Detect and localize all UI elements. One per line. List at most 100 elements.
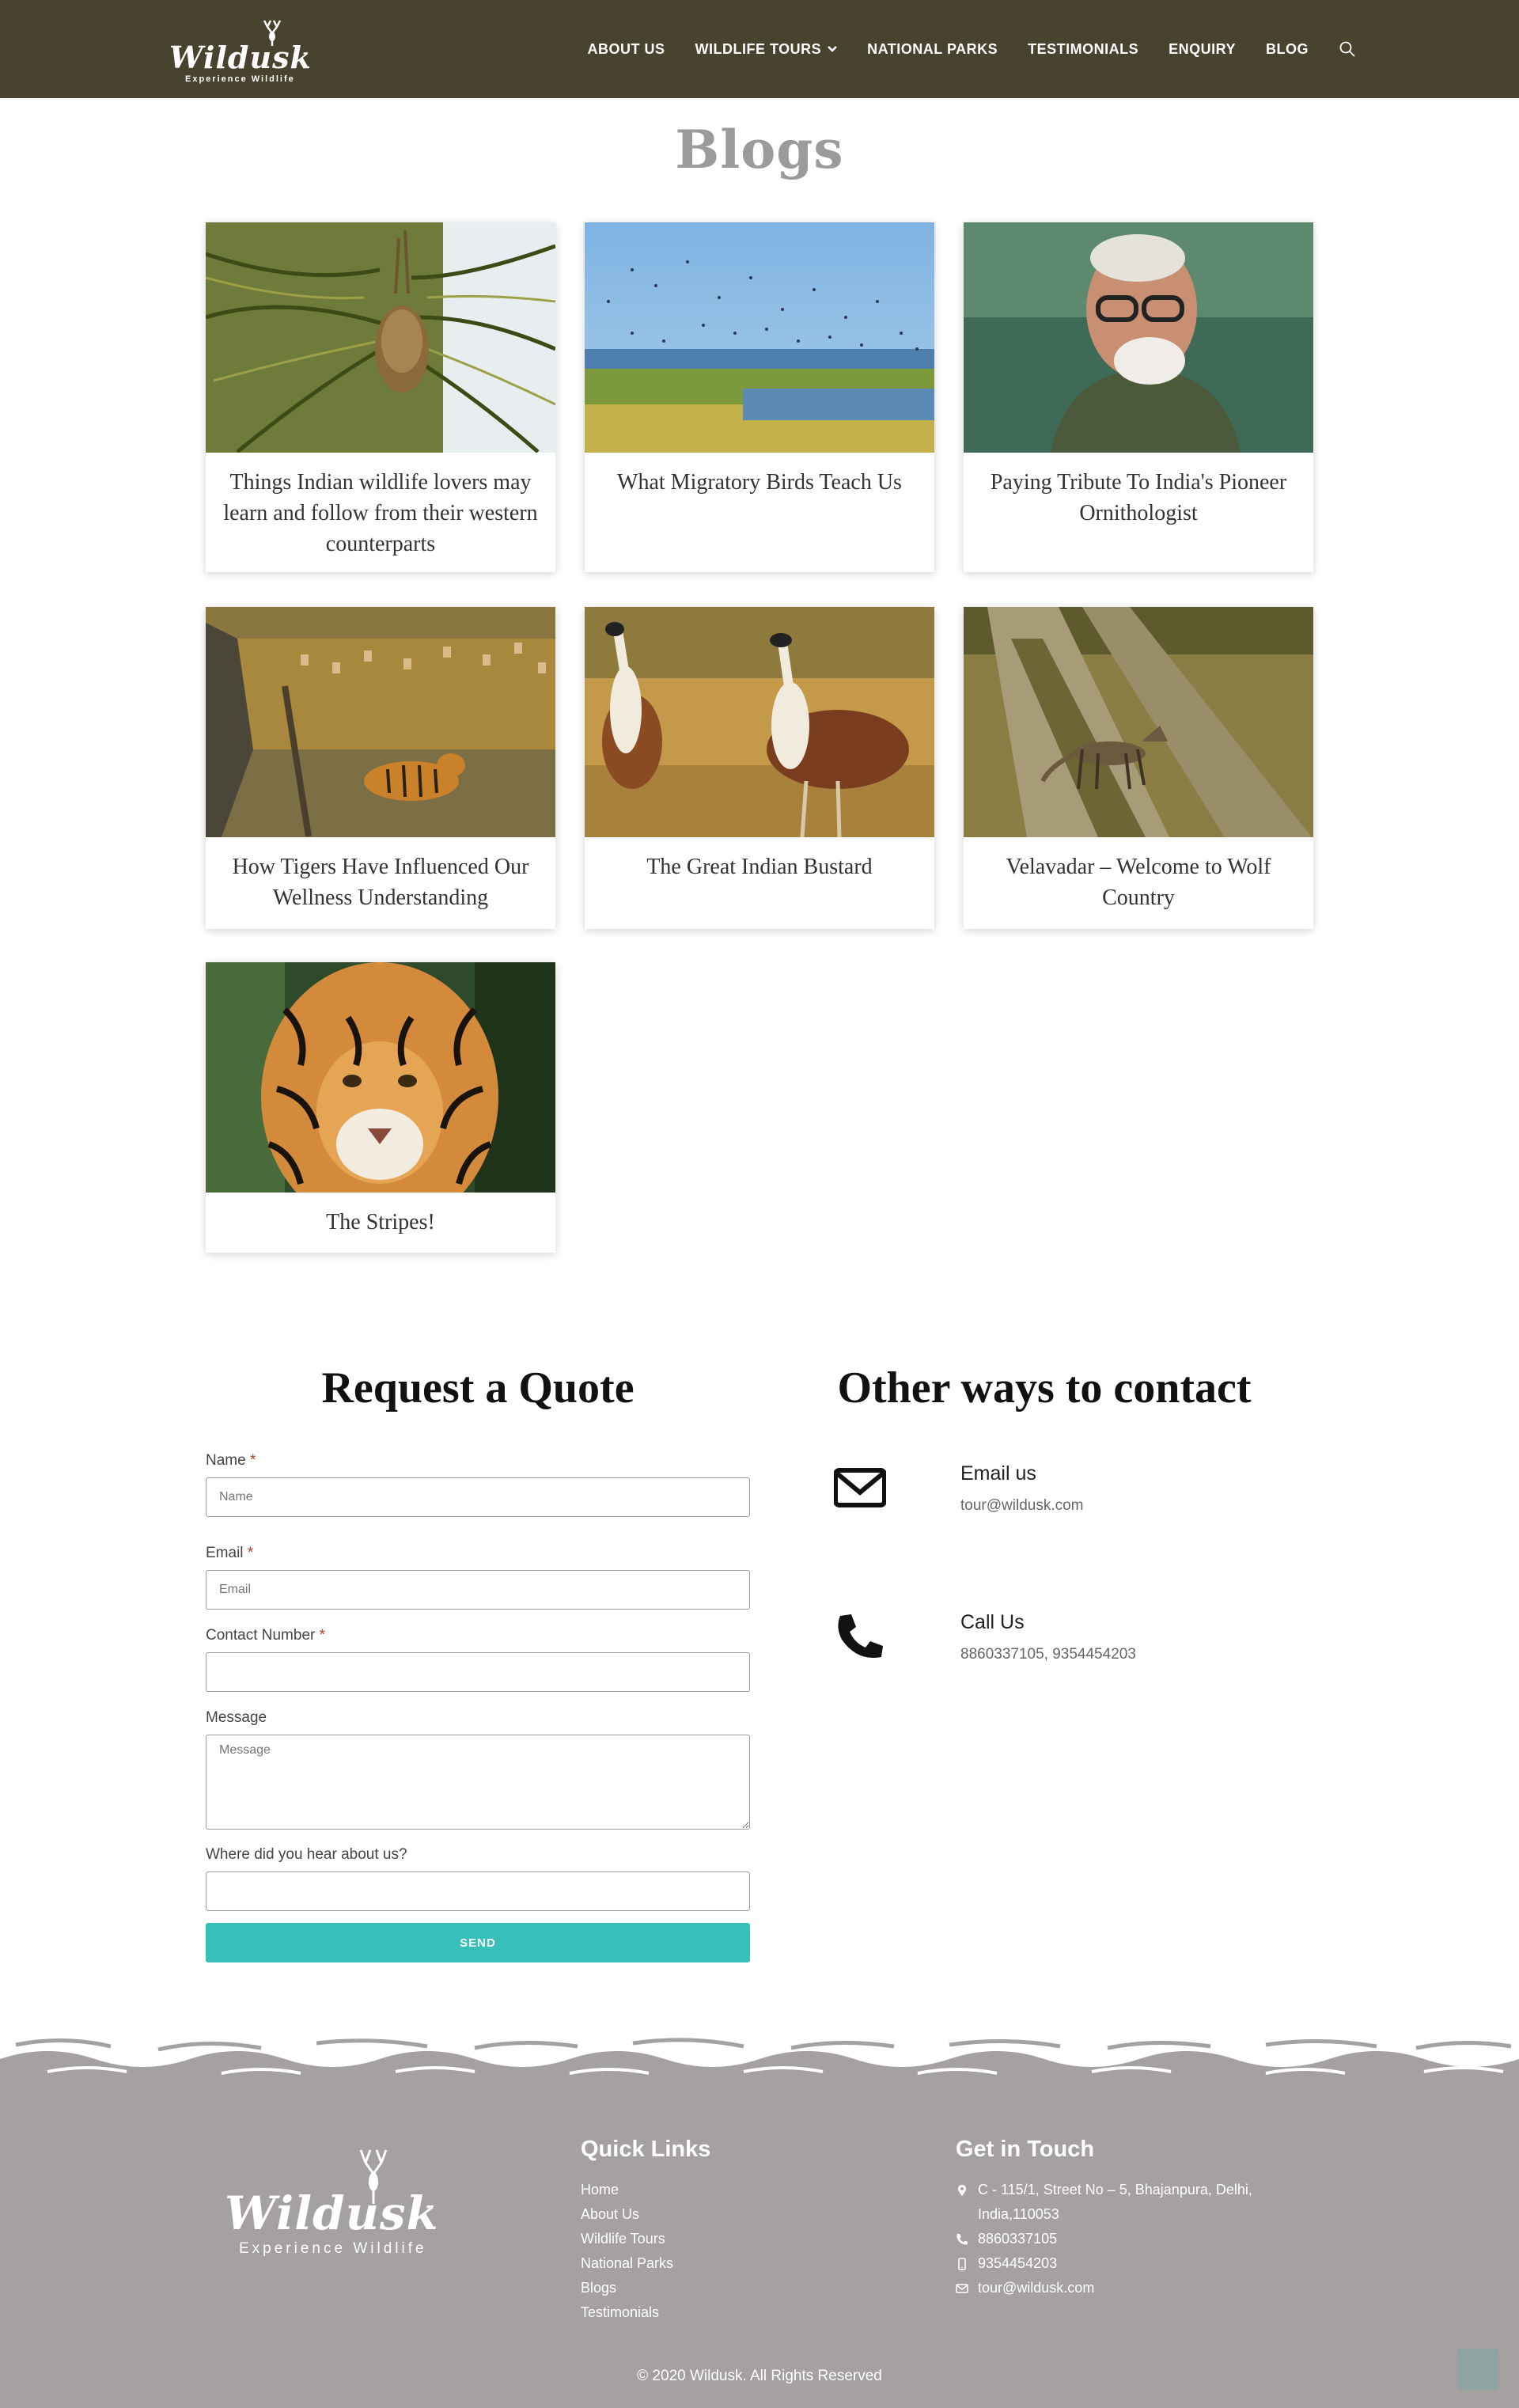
call-us-label: Call Us <box>960 1611 1025 1633</box>
call-contact: Call Us 8860337105, 9354454203 <box>834 1611 1309 1682</box>
blog-card-image <box>585 222 934 453</box>
footer-mobile: 9354454203 <box>956 2251 1288 2276</box>
email-us-value[interactable]: tour@wildusk.com <box>960 1497 1084 1515</box>
required-mark: * <box>249 1452 256 1469</box>
email-us-label: Email us <box>960 1462 1036 1485</box>
email-label-text: Email <box>206 1545 244 1561</box>
contact-number-label-text: Contact Number <box>206 1627 316 1644</box>
get-in-touch-title: Get in Touch <box>956 2137 1095 2162</box>
phone-icon <box>838 1614 883 1659</box>
footer-link-about-us[interactable]: About Us <box>581 2202 673 2227</box>
nav-enquiry[interactable]: ENQUIRY <box>1169 41 1236 58</box>
address-line-2: India,110053 <box>978 2206 1059 2222</box>
blog-card[interactable]: What Migratory Birds Teach Us <box>585 222 934 572</box>
hear-about-label: Where did you hear about us? <box>206 1846 407 1863</box>
footer-link-wildlife-tours[interactable]: Wildlife Tours <box>581 2227 673 2251</box>
blog-card-title: How Tigers Have Influenced Our Wellness … <box>232 855 529 910</box>
copyright: © 2020 Wildusk. All Rights Reserved <box>637 2368 882 2384</box>
nav-blog[interactable]: BLOG <box>1266 41 1309 58</box>
footer-mobile-value[interactable]: 9354454203 <box>978 2251 1057 2276</box>
logo-tagline: Experience Wildlife <box>185 74 295 84</box>
contact-number-label: Contact Number * <box>206 1627 750 1646</box>
blog-card-image <box>206 607 555 837</box>
blog-card-title: The Stripes! <box>326 1210 435 1234</box>
hear-about-group: Where did you hear about us? <box>206 1846 750 1911</box>
blog-card-image <box>585 607 934 837</box>
nav-label: ENQUIRY <box>1169 40 1236 57</box>
logo-text: Wildusk <box>169 40 312 75</box>
footer-wave-decoration <box>0 2035 1519 2083</box>
footer-link-testimonials[interactable]: Testimonials <box>581 2300 673 2325</box>
back-to-top-button[interactable] <box>1457 2349 1498 2390</box>
mobile-icon <box>958 2258 966 2270</box>
blog-card[interactable]: Paying Tribute To India's Pioneer Ornith… <box>964 222 1313 572</box>
site-logo[interactable]: Wildusk Experience Wildlife <box>169 16 312 84</box>
footer-logo-text: Wildusk <box>225 2186 439 2240</box>
email-contact: Email us tour@wildusk.com <box>834 1462 1309 1534</box>
nav-label: WILDLIFE TOURS <box>695 40 822 57</box>
blog-card[interactable]: Things Indian wildlife lovers may learn … <box>206 222 555 572</box>
blog-card-image <box>206 222 555 453</box>
footer-contact-list: C - 115/1, Street No – 5, Bhajanpura, De… <box>956 2178 1288 2300</box>
search-icon[interactable] <box>1339 40 1356 58</box>
required-mark: * <box>247 1545 254 1561</box>
address-line-1: C - 115/1, Street No – 5, Bhajanpura, De… <box>978 2182 1252 2198</box>
contact-number-field[interactable] <box>206 1652 750 1692</box>
message-group: Message <box>206 1709 750 1833</box>
footer-link-national-parks[interactable]: National Parks <box>581 2251 673 2276</box>
footer-link-blogs[interactable]: Blogs <box>581 2276 673 2300</box>
blog-card[interactable]: How Tigers Have Influenced Our Wellness … <box>206 607 555 929</box>
blog-card[interactable]: The Great Indian Bustard <box>585 607 934 929</box>
name-label: Name * <box>206 1452 750 1471</box>
envelope-icon <box>834 1468 886 1507</box>
hear-about-field[interactable] <box>206 1871 750 1911</box>
blog-card-title: What Migratory Birds Teach Us <box>617 470 902 495</box>
blog-card-image <box>964 607 1313 837</box>
other-contact-title: Other ways to contact <box>837 1363 1252 1413</box>
nav-about-us[interactable]: ABOUT US <box>587 41 665 58</box>
name-label-text: Name <box>206 1452 246 1469</box>
nav-label: NATIONAL PARKS <box>867 40 998 57</box>
blog-card-title: Velavadar – Welcome to Wolf Country <box>1006 855 1271 910</box>
send-button[interactable]: SEND <box>206 1923 750 1962</box>
chevron-down-icon <box>828 46 838 52</box>
footer-link-home[interactable]: Home <box>581 2178 673 2202</box>
blog-card[interactable]: The Stripes! <box>206 962 555 1253</box>
footer-email-value[interactable]: tour@wildusk.com <box>978 2276 1094 2300</box>
message-label: Message <box>206 1709 267 1726</box>
contact-number-group: Contact Number * <box>206 1627 750 1692</box>
email-group: Email * <box>206 1545 750 1610</box>
send-group: SEND <box>206 1923 750 1962</box>
nav-testimonials[interactable]: TESTIMONIALS <box>1028 41 1138 58</box>
request-quote-title: Request a Quote <box>321 1363 634 1413</box>
quick-links-title: Quick Links <box>581 2137 711 2162</box>
nav-label: BLOG <box>1266 40 1309 57</box>
footer-phone-value[interactable]: 8860337105 <box>978 2227 1057 2251</box>
blogs-title: Blogs <box>675 119 844 180</box>
name-field[interactable] <box>206 1477 750 1517</box>
quote-form: Name * <box>206 1452 750 1560</box>
footer-phone: 8860337105 <box>956 2227 1288 2251</box>
phone-icon <box>956 2234 968 2245</box>
site-header: Wildusk Experience Wildlife ABOUT US WIL… <box>0 0 1519 98</box>
blog-card-title: Paying Tribute To India's Pioneer Ornith… <box>990 470 1287 525</box>
nav-label: TESTIMONIALS <box>1028 40 1139 57</box>
email-field[interactable] <box>206 1570 750 1610</box>
blog-card-image <box>206 962 555 1193</box>
email-label: Email * <box>206 1545 750 1564</box>
footer-email: tour@wildusk.com <box>956 2276 1288 2300</box>
nav-label: ABOUT US <box>587 40 665 57</box>
map-pin-icon <box>958 2185 966 2196</box>
main-nav: ABOUT US WILDLIFE TOURS NATIONAL PARKS T… <box>587 0 1356 98</box>
envelope-icon <box>956 2284 968 2293</box>
blog-card[interactable]: Velavadar – Welcome to Wolf Country <box>964 607 1313 929</box>
call-us-value[interactable]: 8860337105, 9354454203 <box>960 1646 1136 1663</box>
blog-card-title: The Great Indian Bustard <box>646 855 873 879</box>
blog-card-title: Things Indian wildlife lovers may learn … <box>223 470 538 556</box>
footer-logo[interactable]: Wildusk Experience Wildlife <box>207 2142 460 2269</box>
footer-logo-tagline: Experience Wildlife <box>239 2240 427 2257</box>
nav-national-parks[interactable]: NATIONAL PARKS <box>867 41 998 58</box>
nav-wildlife-tours[interactable]: WILDLIFE TOURS <box>695 40 838 58</box>
quick-links-list: Home About Us Wildlife Tours National Pa… <box>581 2178 673 2325</box>
message-field[interactable] <box>206 1735 750 1830</box>
